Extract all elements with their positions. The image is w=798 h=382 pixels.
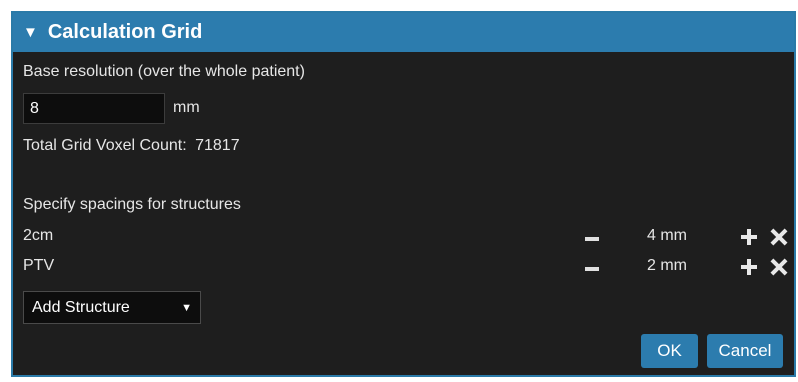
decrease-spacing-icon[interactable]: [585, 267, 599, 271]
resolution-unit-label: mm: [173, 99, 200, 116]
calculation-grid-panel: ▼ Calculation Grid Base resolution (over…: [11, 11, 796, 377]
structure-name: 2cm: [23, 227, 54, 244]
add-structure-dropdown[interactable]: Add Structure ▼: [23, 291, 201, 324]
structure-row: 2cm 4 mm: [23, 227, 791, 251]
voxel-count-value: 71817: [195, 137, 240, 154]
dropdown-caret-icon: ▼: [181, 301, 192, 314]
base-resolution-input[interactable]: [23, 93, 165, 124]
panel-title: Calculation Grid: [47, 21, 203, 43]
collapse-triangle-icon[interactable]: ▼: [23, 25, 38, 40]
voxel-count-line: Total Grid Voxel Count: 71817: [23, 137, 240, 155]
structure-row: PTV 2 mm: [23, 257, 791, 281]
structure-spacing-value: 4 mm: [647, 227, 687, 244]
structure-spacing-value: 2 mm: [647, 257, 687, 274]
remove-structure-icon[interactable]: [771, 229, 787, 245]
increase-spacing-icon[interactable]: [741, 229, 757, 245]
increase-spacing-icon[interactable]: [741, 259, 757, 275]
panel-header[interactable]: ▼ Calculation Grid: [13, 13, 794, 52]
voxel-count-label: Total Grid Voxel Count:: [23, 137, 187, 154]
decrease-spacing-icon[interactable]: [585, 237, 599, 241]
structure-name: PTV: [23, 257, 55, 274]
base-resolution-label: Base resolution (over the whole patient): [23, 63, 305, 80]
add-structure-label: Add Structure: [32, 298, 130, 316]
structures-heading: Specify spacings for structures: [23, 196, 241, 213]
ok-button[interactable]: OK: [641, 334, 698, 368]
cancel-button[interactable]: Cancel: [707, 334, 783, 368]
remove-structure-icon[interactable]: [771, 259, 787, 275]
